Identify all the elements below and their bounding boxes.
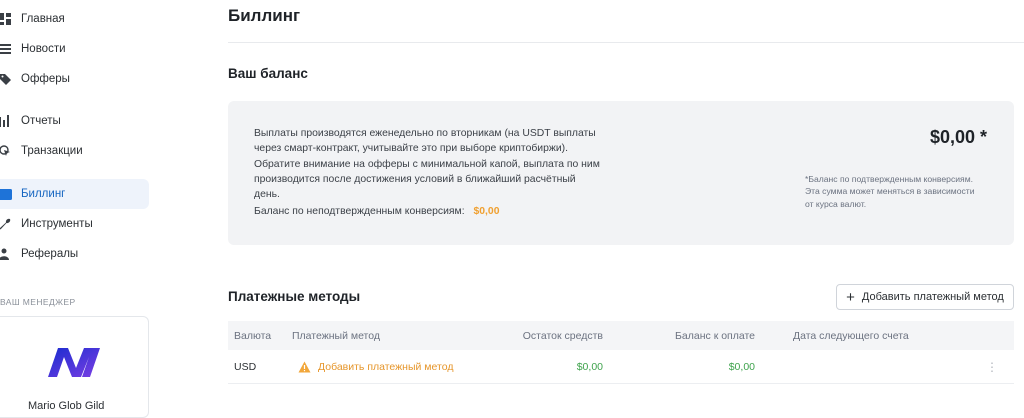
- sidebar-item-label: Отчеты: [21, 115, 61, 127]
- plus-icon: +: [846, 288, 855, 306]
- table-header: Валюта Платежный метод Остаток средств Б…: [228, 321, 1014, 350]
- payout-info-text: Выплаты производятся еженедельно по втор…: [254, 128, 600, 201]
- sidebar-item-label: Новости: [21, 43, 66, 55]
- row-remaining: $0,00: [576, 360, 603, 373]
- balance-amount: $0,00 *: [929, 127, 987, 147]
- column-header-currency: Валюта: [234, 329, 272, 342]
- manager-name: Mario Glob Gild: [28, 400, 105, 412]
- sidebar-item-label: Инструменты: [21, 218, 93, 230]
- main-content: Биллинг Ваш баланс Выплаты производятся …: [228, 0, 1024, 404]
- sidebar-item-referrals[interactable]: Рефералы: [0, 239, 149, 269]
- add-payment-method-button[interactable]: + Добавить платежный метод: [836, 284, 1014, 310]
- sidebar-item-home[interactable]: Главная: [0, 4, 149, 34]
- manager-section-label: ВАШ МЕНЕДЖЕР: [0, 297, 76, 307]
- sidebar-item-label: Офферы: [21, 73, 70, 85]
- balance-note: *Баланс по подтвержденным конверсиям. Эт…: [805, 174, 975, 209]
- column-header-next-date: Дата следующего счета: [793, 329, 909, 342]
- sidebar-item-transactions[interactable]: Транзакции: [0, 136, 149, 166]
- tag-icon: [0, 72, 12, 86]
- balance-card: Выплаты производятся еженедельно по втор…: [228, 101, 1014, 245]
- row-currency: USD: [234, 360, 257, 373]
- referral-icon: [0, 247, 12, 261]
- unconfirmed-balance: Баланс по неподтвержденным конверсиям: $…: [254, 206, 500, 217]
- add-payment-method-button-label: Добавить платежный метод: [861, 291, 1004, 303]
- column-header-payable: Баланс к оплате: [675, 329, 755, 342]
- bar-chart-icon: [0, 114, 12, 128]
- warning-icon: [298, 361, 311, 372]
- manager-card: Mario Glob Gild: [0, 316, 149, 418]
- sidebar-item-label: Рефералы: [21, 248, 79, 260]
- payment-methods-title: Платежные методы: [228, 289, 361, 304]
- sidebar-item-tools[interactable]: Инструменты: [0, 209, 149, 239]
- unconfirmed-balance-value: $0,00: [473, 206, 500, 217]
- sidebar: Главная Новости Офферы Отчеты Транзакции…: [0, 0, 155, 418]
- table-row: USD Добавить платежный метод $0,00 $0,00…: [228, 350, 1014, 384]
- sidebar-item-reports[interactable]: Отчеты: [0, 106, 149, 136]
- row-payable: $0,00: [728, 360, 755, 373]
- payment-methods-table: Валюта Платежный метод Остаток средств Б…: [228, 321, 1014, 384]
- column-header-remaining: Остаток средств: [522, 329, 603, 342]
- unconfirmed-balance-label: Баланс по неподтвержденным конверсиям:: [254, 206, 465, 217]
- sidebar-item-offers[interactable]: Офферы: [0, 64, 149, 94]
- page-title: Биллинг: [228, 6, 301, 25]
- pointer-click-icon: [0, 144, 12, 158]
- dashboard-icon: [0, 12, 12, 26]
- credit-card-icon: [0, 187, 12, 201]
- row-menu-icon[interactable]: ⋮: [986, 360, 998, 374]
- sidebar-item-news[interactable]: Новости: [0, 34, 149, 64]
- add-payment-method-link[interactable]: Добавить платежный метод: [298, 361, 453, 373]
- sidebar-item-label: Транзакции: [21, 145, 83, 157]
- add-payment-method-link-label: Добавить платежный метод: [318, 360, 454, 373]
- sidebar-item-label: Биллинг: [21, 188, 66, 200]
- wrench-icon: [0, 217, 12, 231]
- sidebar-item-label: Главная: [21, 13, 65, 25]
- balance-section-title: Ваш баланс: [228, 66, 308, 81]
- manager-logo-icon: [48, 348, 100, 377]
- column-header-method: Платежный метод: [292, 329, 380, 342]
- news-icon: [0, 42, 12, 56]
- sidebar-item-billing[interactable]: Биллинг: [0, 179, 149, 209]
- header-divider: [228, 42, 1024, 43]
